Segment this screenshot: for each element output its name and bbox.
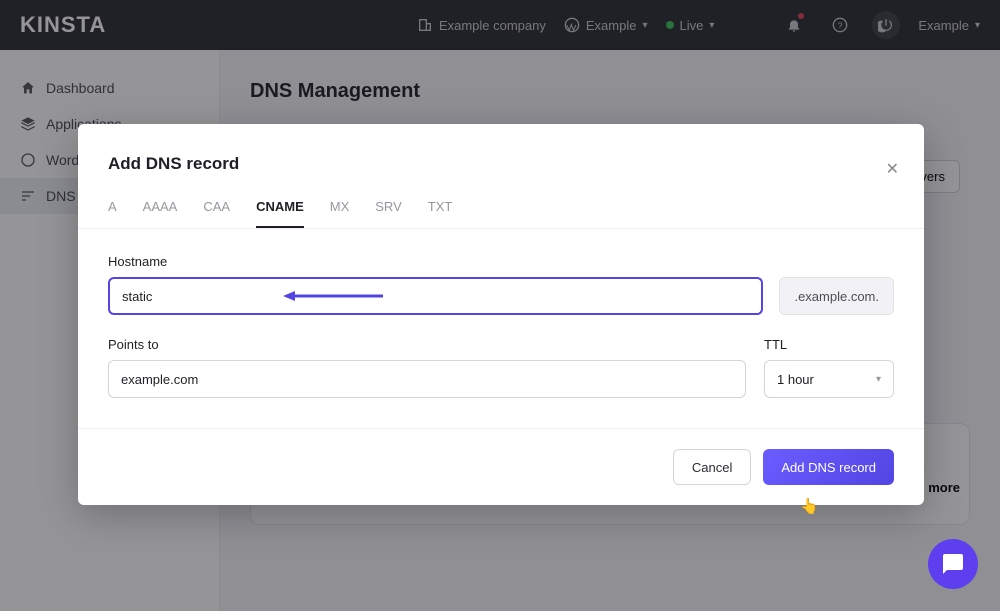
ttl-label: TTL <box>764 337 894 352</box>
pointsto-input[interactable] <box>108 360 746 398</box>
tab-caa[interactable]: CAA <box>203 199 230 228</box>
chat-button[interactable] <box>928 539 978 589</box>
tab-srv[interactable]: SRV <box>375 199 402 228</box>
close-icon[interactable]: ✕ <box>886 159 899 179</box>
modal-title: Add DNS record <box>108 154 894 174</box>
hostname-input[interactable] <box>108 277 763 315</box>
hostname-label: Hostname <box>108 254 894 269</box>
cancel-button[interactable]: Cancel <box>673 449 751 485</box>
pointsto-label: Points to <box>108 337 746 352</box>
tab-mx[interactable]: MX <box>330 199 350 228</box>
add-dns-modal: Add DNS record ✕ A AAAA CAA CNAME MX SRV… <box>78 124 924 505</box>
ttl-select[interactable]: 1 hour ▾ <box>764 360 894 398</box>
tab-a[interactable]: A <box>108 199 117 228</box>
chat-icon <box>941 552 965 576</box>
annotation-arrow <box>283 289 383 303</box>
record-type-tabs: A AAAA CAA CNAME MX SRV TXT <box>78 174 924 229</box>
submit-button[interactable]: Add DNS record <box>763 449 894 485</box>
hostname-suffix: .example.com. <box>779 277 894 315</box>
ttl-value: 1 hour <box>777 372 814 387</box>
chevron-down-icon: ▾ <box>876 374 881 385</box>
tab-cname[interactable]: CNAME <box>256 199 304 228</box>
cursor-icon: 👆 <box>800 497 819 515</box>
tab-aaaa[interactable]: AAAA <box>143 199 178 228</box>
tab-txt[interactable]: TXT <box>428 199 453 228</box>
